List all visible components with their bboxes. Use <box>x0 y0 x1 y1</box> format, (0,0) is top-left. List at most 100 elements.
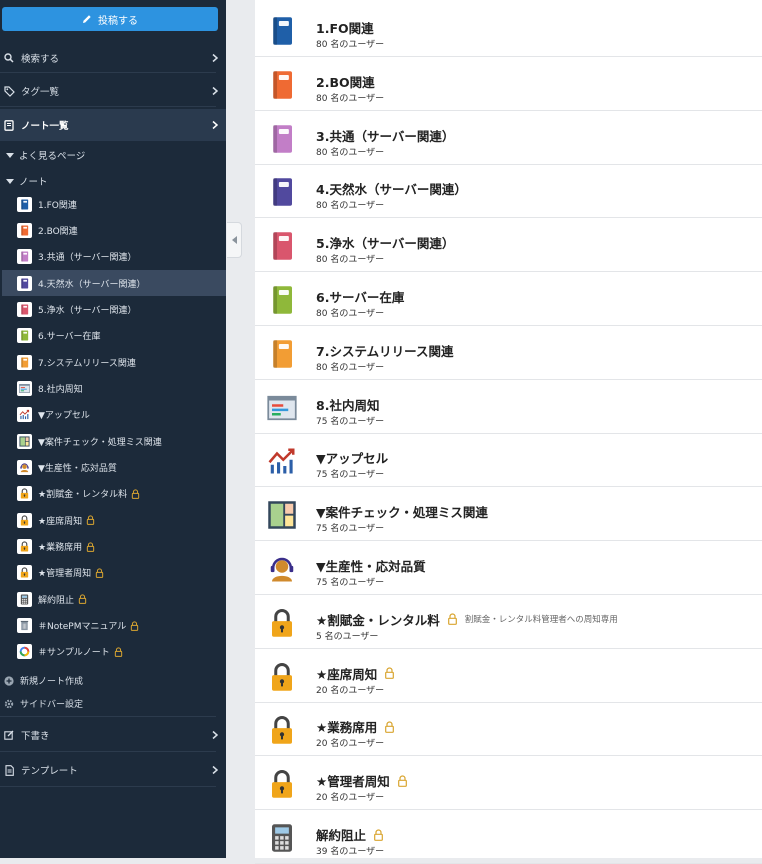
lock-icon <box>131 489 140 499</box>
sidebar-settings-link[interactable]: サイドバー設定 <box>4 697 83 710</box>
note-title[interactable]: 2.BO関連 <box>316 72 375 91</box>
note-title[interactable]: ★座席周知 <box>316 664 377 683</box>
note-row[interactable]: ★割賦金・レンタル料 割賦金・レンタル料管理者への周知専用 5 名のユーザー <box>255 596 762 649</box>
search-menu[interactable]: 検索する <box>0 46 226 70</box>
note-title-wrap: ★割賦金・レンタル料 割賦金・レンタル料管理者への周知専用 <box>316 610 618 629</box>
note-title[interactable]: 3.共通（サーバー関連） <box>316 126 454 145</box>
drafts-menu[interactable]: 下書き <box>0 723 226 747</box>
note-title[interactable]: 6.サーバー在庫 <box>316 287 404 306</box>
pencil-icon <box>83 15 91 23</box>
sidebar-note-item[interactable]: ▼案件チェック・処理ミス関連 <box>2 428 226 454</box>
sidebar-note-item[interactable]: 3.共通（サーバー関連） <box>2 244 226 270</box>
sidebar-note-item[interactable]: 7.システムリリース関連 <box>2 349 226 375</box>
notes-toggle[interactable]: ノート <box>6 174 48 188</box>
note-row[interactable]: 2.BO関連 80 名のユーザー <box>255 58 762 111</box>
tag-icon <box>3 85 15 97</box>
chevron-right-icon <box>212 86 218 96</box>
sidebar-note-item[interactable]: 5.浄水（サーバー関連） <box>2 296 226 322</box>
notes-list-menu[interactable]: ノート一覧 <box>0 109 226 141</box>
note-user-count: 75 名のユーザー <box>316 524 385 535</box>
note-row[interactable]: 8.社内周知 75 名のユーザー <box>255 381 762 434</box>
padlock-icon <box>17 512 32 528</box>
sidebar-note-item[interactable]: ★業務席用 <box>2 534 226 560</box>
note-row[interactable]: 7.システムリリース関連 80 名のユーザー <box>255 327 762 380</box>
sidebar-note-item[interactable]: 1.FO関連 <box>2 191 226 217</box>
note-row[interactable]: 1.FO関連 80 名のユーザー <box>255 4 762 57</box>
lock-icon <box>95 568 104 578</box>
note-title[interactable]: 1.FO関連 <box>316 18 374 37</box>
book-icon <box>17 301 32 317</box>
note-user-count: 80 名のユーザー <box>316 40 385 50</box>
book-icon <box>267 69 297 101</box>
window-icon <box>267 392 297 424</box>
padlock-icon <box>267 714 297 746</box>
post-button-label: 投稿する <box>98 15 138 27</box>
note-title[interactable]: ▼アップセル <box>316 448 388 467</box>
note-row[interactable]: ★座席周知 20 名のユーザー <box>255 650 762 703</box>
sidebar-note-item[interactable]: 4.天然水（サーバー関連） <box>2 270 226 297</box>
sidebar-note-item[interactable]: ★割賦金・レンタル料 <box>2 481 226 507</box>
note-row[interactable]: 4.天然水（サーバー関連） 80 名のユーザー <box>255 165 762 219</box>
book-icon <box>267 176 297 208</box>
sidebar-note-label: 2.BO関連 <box>38 226 78 237</box>
sidebar-note-label: 8.社内周知 <box>38 384 83 395</box>
note-title[interactable]: ▼生産性・応対品質 <box>316 556 426 575</box>
sidebar-note-item[interactable]: ▼アップセル <box>2 402 226 428</box>
chevron-right-icon <box>212 730 218 740</box>
sidebar-note-item[interactable]: ＃NotePMマニュアル <box>2 613 226 639</box>
sidebar-note-item[interactable]: 8.社内周知 <box>2 375 226 401</box>
edit-icon <box>3 729 15 741</box>
note-row[interactable]: 3.共通（サーバー関連） 80 名のユーザー <box>255 112 762 165</box>
sidebar: 投稿する 検索する タグ一覧 ノート一覧 よく見るページ ノート 1.FO関連 2… <box>0 0 226 858</box>
note-row[interactable]: ▼案件チェック・処理ミス関連 75 名のユーザー <box>255 488 762 542</box>
sidebar-collapse-handle[interactable] <box>227 222 242 258</box>
note-row[interactable]: 解約阻止 39 名のユーザー <box>255 811 762 864</box>
plus-circle-icon <box>4 675 14 686</box>
post-button[interactable]: 投稿する <box>2 7 218 31</box>
note-title[interactable]: ★管理者周知 <box>316 771 390 790</box>
padlock-icon <box>17 565 32 581</box>
ring-icon <box>17 644 32 660</box>
headset-icon <box>17 460 32 475</box>
note-title-wrap: ▼案件チェック・処理ミス関連 <box>316 502 488 521</box>
note-row[interactable]: 5.浄水（サーバー関連） 80 名のユーザー <box>255 219 762 273</box>
book-icon <box>267 284 297 316</box>
note-title[interactable]: 5.浄水（サーバー関連） <box>316 233 454 252</box>
note-title-wrap: ★業務席用 <box>316 717 395 736</box>
note-title[interactable]: 4.天然水（サーバー関連） <box>316 179 467 198</box>
sidebar-note-item[interactable]: ★座席周知 <box>2 507 226 533</box>
templates-menu[interactable]: テンプレート <box>0 758 226 782</box>
note-row[interactable]: ▼アップセル 75 名のユーザー <box>255 434 762 488</box>
new-note-link[interactable]: 新規ノート作成 <box>4 674 83 687</box>
sidebar-note-label: 解約阻止 <box>38 595 75 606</box>
note-title[interactable]: ★割賦金・レンタル料 <box>316 610 440 629</box>
note-row[interactable]: 6.サーバー在庫 80 名のユーザー <box>255 273 762 326</box>
note-title[interactable]: 解約阻止 <box>316 825 366 844</box>
sidebar-note-label: 3.共通（サーバー関連） <box>38 253 137 264</box>
lock-icon <box>397 775 408 787</box>
note-title-wrap: ▼生産性・応対品質 <box>316 556 426 575</box>
note-row[interactable]: ★管理者周知 20 名のユーザー <box>255 757 762 811</box>
note-title-wrap: 6.サーバー在庫 <box>316 287 404 306</box>
sidebar-note-item[interactable]: ▼生産性・応対品質 <box>2 455 226 481</box>
sidebar-note-item[interactable]: 6.サーバー在庫 <box>2 323 226 349</box>
notebook-icon <box>3 119 15 131</box>
sidebar-note-label: 1.FO関連 <box>38 200 77 211</box>
sidebar-note-item[interactable]: 2.BO関連 <box>2 217 226 243</box>
chart-icon <box>17 407 32 423</box>
sidebar-note-item[interactable]: ★管理者周知 <box>2 560 226 586</box>
note-title[interactable]: ▼案件チェック・処理ミス関連 <box>316 502 488 521</box>
note-row[interactable]: ▼生産性・応対品質 75 名のユーザー <box>255 542 762 595</box>
note-title[interactable]: ★業務席用 <box>316 717 377 736</box>
padlock-icon <box>267 768 297 800</box>
sidebar-note-label: 6.サーバー在庫 <box>38 332 101 343</box>
note-title[interactable]: 8.社内周知 <box>316 395 379 414</box>
sidebar-note-item[interactable]: ＃サンプルノート <box>2 639 226 665</box>
lock-icon <box>384 721 395 733</box>
sidebar-note-item[interactable]: 解約阻止 <box>2 586 226 612</box>
tags-menu[interactable]: タグ一覧 <box>0 79 226 103</box>
frequent-pages-toggle[interactable]: よく見るページ <box>6 148 85 162</box>
note-row[interactable]: ★業務席用 20 名のユーザー <box>255 703 762 757</box>
book-icon <box>267 15 297 47</box>
note-title[interactable]: 7.システムリリース関連 <box>316 341 453 360</box>
